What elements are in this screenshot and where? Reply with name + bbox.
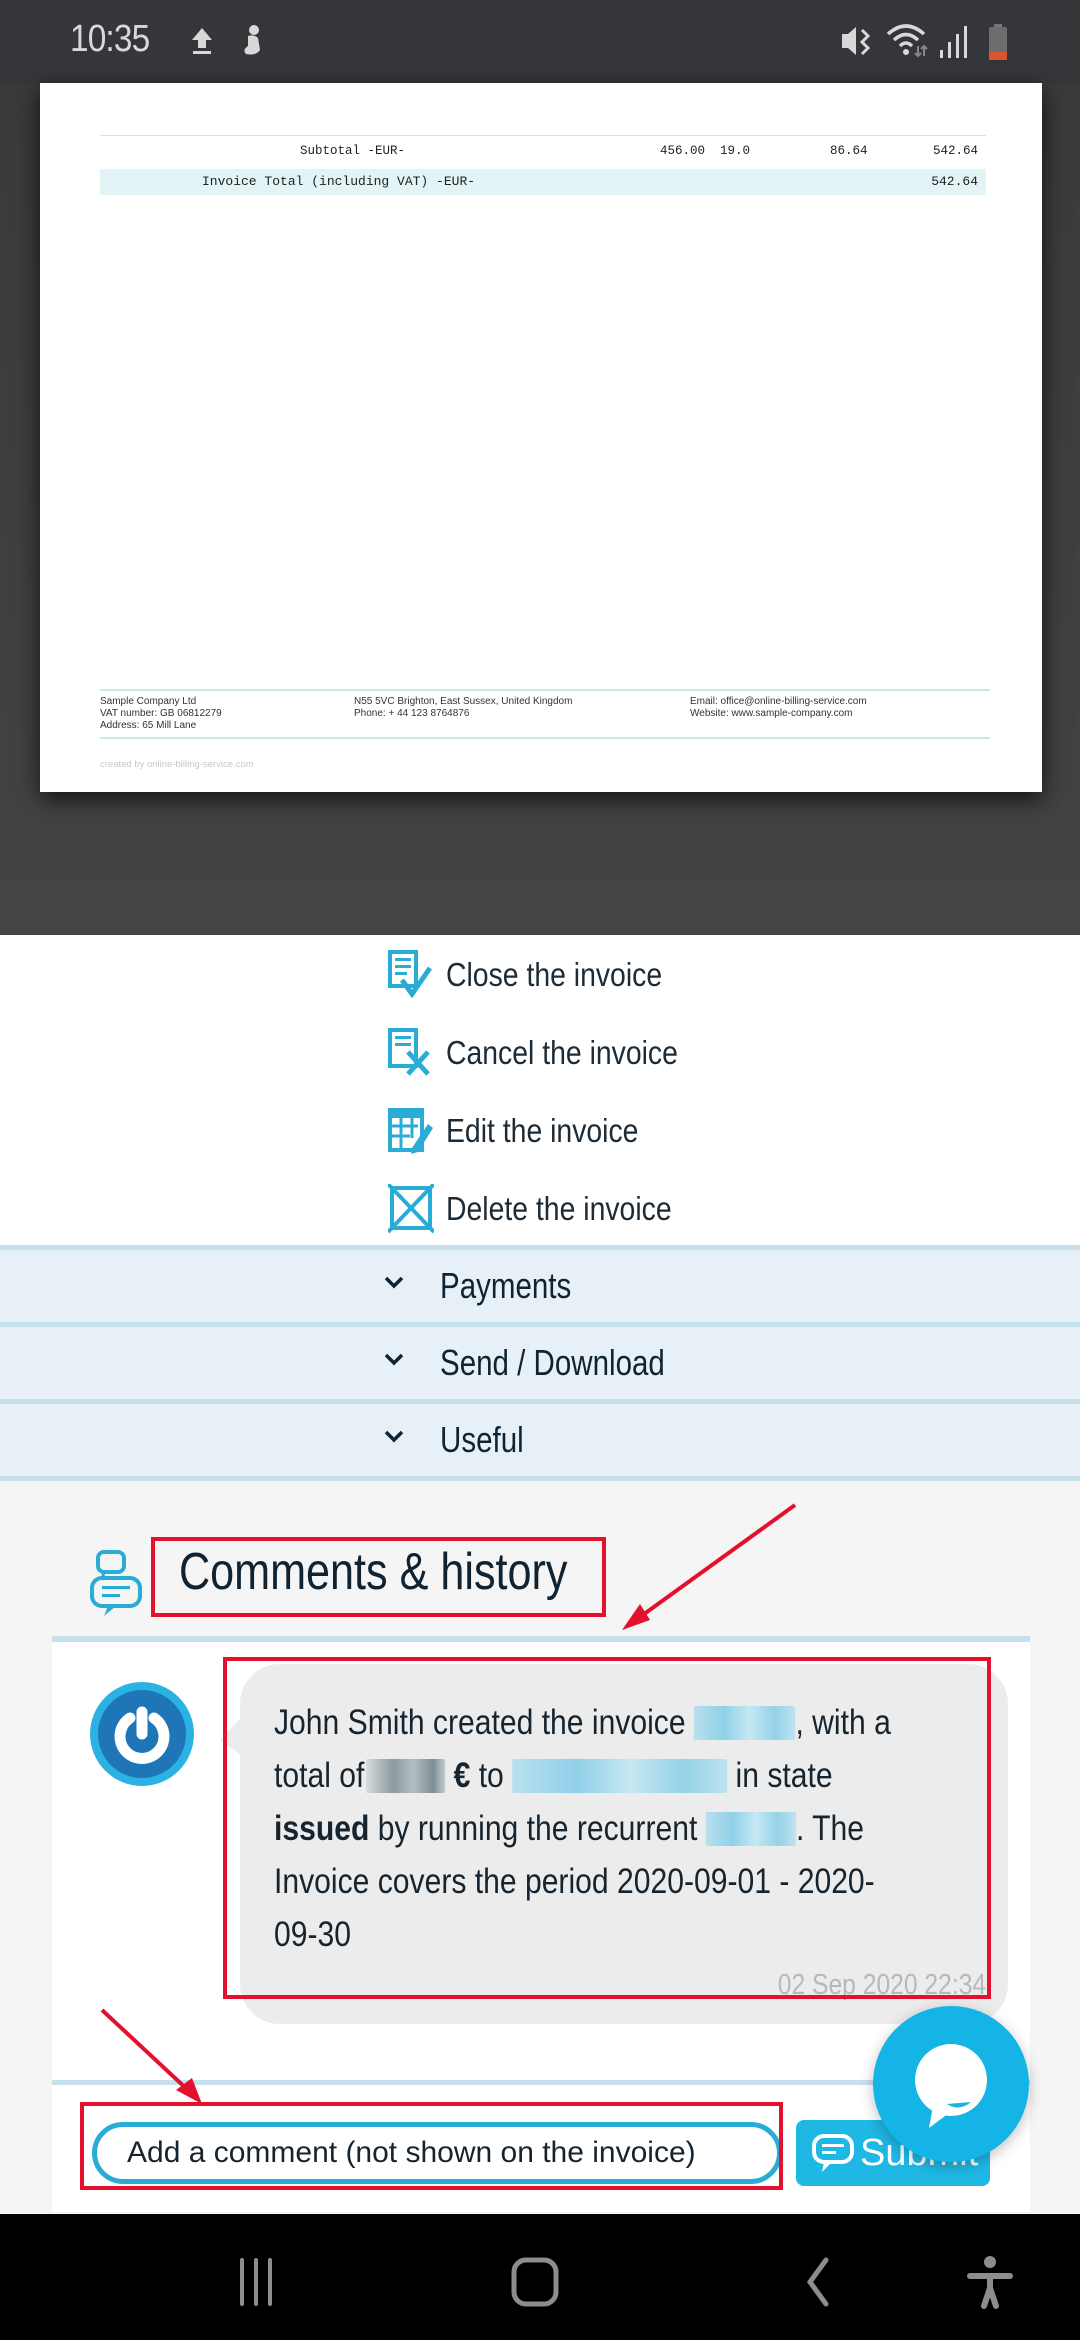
edit-invoice-label: Edit the invoice bbox=[446, 1112, 639, 1149]
comment-bubble: John Smith created the invoice , with a … bbox=[240, 1664, 1008, 2024]
comment-text-part: by running the recurrent bbox=[377, 1809, 698, 1848]
comment-input[interactable] bbox=[92, 2122, 782, 2184]
footer-company: Sample Company Ltd VAT number: GB 068122… bbox=[100, 696, 222, 732]
app-notification-icon bbox=[244, 25, 260, 55]
delete-invoice-action[interactable]: Delete the invoice bbox=[388, 1179, 708, 1239]
recent-apps-icon[interactable] bbox=[226, 2254, 286, 2310]
subtotal-net: 456.00 bbox=[660, 144, 706, 158]
cancel-invoice-label: Cancel the invoice bbox=[446, 1034, 678, 1071]
chevron-down-icon bbox=[384, 1276, 404, 1289]
close-invoice-label: Close the invoice bbox=[446, 956, 663, 993]
subtotal-gross: 542.64 bbox=[932, 144, 978, 158]
comment-text-part: to bbox=[478, 1756, 504, 1795]
status-bar: 10:35 bbox=[0, 0, 1080, 83]
footer-address: Address: 65 Mill Lane bbox=[100, 720, 197, 731]
close-invoice-action[interactable]: Close the invoice bbox=[388, 945, 697, 1005]
invoice-preview[interactable]: Subtotal -EUR- 456.00 19.0 86.64 542.64 … bbox=[0, 83, 1080, 935]
footer-vat-number: VAT number: GB 06812279 bbox=[100, 708, 222, 719]
subtotal-label: Subtotal -EUR- bbox=[300, 144, 406, 158]
footer-city: N55 5VC Brighton, East Sussex, United Ki… bbox=[354, 696, 573, 707]
footer-company-name: Sample Company Ltd bbox=[100, 696, 197, 707]
status-time: 10:35 bbox=[70, 18, 150, 60]
footer-email: Email: office@online-billing-service.com bbox=[690, 696, 867, 707]
comment-text: John Smith created the invoice , with a … bbox=[274, 1696, 902, 1961]
avatar bbox=[90, 1682, 194, 1786]
edit-invoice-action[interactable]: Edit the invoice bbox=[388, 1101, 670, 1161]
comment-icon bbox=[812, 2134, 854, 2172]
footer-contact: Email: office@online-billing-service.com… bbox=[690, 696, 867, 720]
chevron-down-icon bbox=[384, 1430, 404, 1443]
redacted-client[interactable] bbox=[512, 1759, 728, 1793]
invoice-edit-icon bbox=[388, 1108, 433, 1154]
chevron-down-icon bbox=[384, 1353, 404, 1366]
comment-text-part: in state bbox=[735, 1756, 833, 1795]
avatar-inner bbox=[98, 1690, 186, 1778]
battery-low-icon bbox=[989, 24, 1007, 60]
subtotal-vat: 86.64 bbox=[830, 144, 868, 158]
footer-website: Website: www.sample-company.com bbox=[690, 708, 853, 719]
invoice-page: Subtotal -EUR- 456.00 19.0 86.64 542.64 … bbox=[40, 83, 1042, 792]
subtotal-row: Subtotal -EUR- 456.00 19.0 86.64 542.64 bbox=[100, 135, 986, 165]
comments-icon bbox=[90, 1550, 142, 1616]
vibrate-mute-icon bbox=[842, 27, 871, 56]
arrow-to-comment bbox=[622, 1503, 797, 1630]
wifi-icon bbox=[886, 24, 928, 58]
accordion-send-download[interactable]: Send / Download bbox=[0, 1322, 1080, 1399]
back-icon[interactable] bbox=[788, 2254, 848, 2310]
footer-phone: Phone: + 44 123 8764876 bbox=[354, 708, 470, 719]
power-logo-icon bbox=[114, 1706, 170, 1764]
accordion-send-download-label: Send / Download bbox=[440, 1342, 665, 1383]
delete-box-icon bbox=[388, 1184, 434, 1234]
system-nav-bar bbox=[0, 2214, 1080, 2340]
invoice-total-row: Invoice Total (including VAT) -EUR- 542.… bbox=[100, 169, 986, 195]
comments-title: Comments & history bbox=[178, 1543, 568, 1601]
home-icon[interactable] bbox=[505, 2254, 565, 2310]
invoice-state: issued bbox=[274, 1809, 370, 1848]
invoice-total-label: Invoice Total (including VAT) -EUR- bbox=[202, 174, 476, 189]
redacted-invoice-number[interactable] bbox=[693, 1706, 796, 1740]
delete-invoice-label: Delete the invoice bbox=[446, 1190, 672, 1227]
footer-location: N55 5VC Brighton, East Sussex, United Ki… bbox=[354, 696, 572, 720]
currency-symbol: € bbox=[453, 1756, 471, 1795]
invoice-total-value: 542.64 bbox=[931, 174, 978, 189]
accordion-payments-label: Payments bbox=[440, 1265, 572, 1306]
chat-bubble-icon bbox=[915, 2044, 987, 2128]
comment-timestamp: 02 Sep 2020 22:34 bbox=[777, 1969, 986, 2001]
live-chat-button[interactable] bbox=[873, 2006, 1029, 2162]
redacted-total bbox=[366, 1759, 446, 1793]
upload-icon bbox=[192, 28, 212, 54]
accordion-useful[interactable]: Useful bbox=[0, 1399, 1080, 1481]
invoice-actions: Close the invoice Cancel the invoice Edi… bbox=[0, 935, 1080, 1245]
invoice-check-icon bbox=[388, 950, 433, 999]
subtotal-vat-rate: 19.0 bbox=[720, 144, 751, 158]
accordion-useful-label: Useful bbox=[440, 1419, 524, 1460]
invoice-totals-table: Subtotal -EUR- 456.00 19.0 86.64 542.64 … bbox=[100, 135, 986, 195]
accordion-payments[interactable]: Payments bbox=[0, 1245, 1080, 1322]
cancel-invoice-action[interactable]: Cancel the invoice bbox=[388, 1023, 716, 1083]
invoice-cancel-icon bbox=[388, 1028, 430, 1076]
signal-icon bbox=[940, 26, 967, 58]
comment-text-part: John Smith created the invoice bbox=[274, 1703, 686, 1742]
accessibility-icon[interactable] bbox=[960, 2254, 1020, 2310]
created-by-text: created by online-billing-service.com bbox=[100, 759, 254, 770]
redacted-recurrent[interactable] bbox=[705, 1812, 796, 1846]
invoice-footer: Sample Company Ltd VAT number: GB 068122… bbox=[100, 689, 990, 739]
